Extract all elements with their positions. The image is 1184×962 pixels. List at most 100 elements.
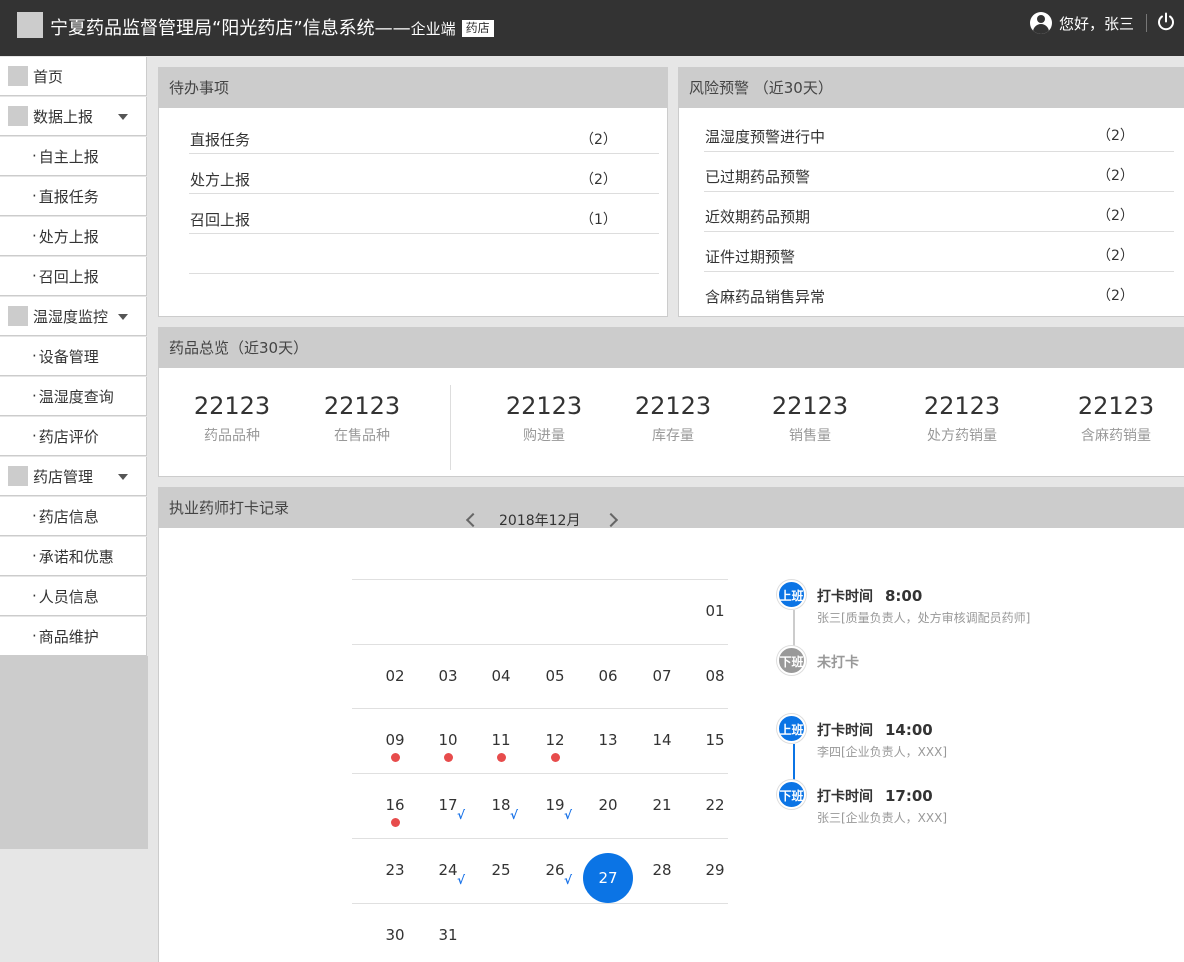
stat-label: 库存量: [652, 428, 694, 444]
stat-label: 在售品种: [334, 428, 390, 444]
overview-stat: 22123 销售量: [740, 392, 880, 445]
calendar-day[interactable]: 15: [695, 731, 735, 749]
calendar-day[interactable]: 12: [535, 731, 575, 749]
sidebar-item-label: 直报任务: [38, 187, 99, 206]
overview-stat: 22123 库存量: [603, 392, 743, 445]
role-badge: 药店: [461, 20, 494, 37]
calendar-day[interactable]: 03: [428, 667, 468, 685]
power-icon[interactable]: [1156, 12, 1176, 32]
calendar-day[interactable]: 30: [375, 926, 415, 944]
sidebar-item[interactable]: · 直报任务: [0, 177, 147, 216]
bullet-icon: ·: [32, 507, 37, 525]
checkin-detail: 李四[企业负责人，XXX]: [817, 745, 948, 759]
sidebar-item[interactable]: · 药店评价: [0, 417, 147, 456]
sidebar-item-label: 商品维护: [38, 627, 99, 646]
sidebar-item[interactable]: 首页: [0, 57, 147, 96]
bullet-icon: ·: [32, 427, 37, 445]
sidebar-nav: 首页 数据上报 · 自主上报 · 直报任务 · 处方上报 · 召回上报 温湿度监控 · 设备管理 · 温湿度…: [0, 56, 148, 962]
calendar-day[interactable]: 23: [375, 861, 415, 879]
calendar-day[interactable]: 22: [695, 796, 735, 814]
stat-label: 含麻药销量: [1081, 428, 1151, 444]
calendar-row-divider: [352, 579, 728, 580]
calendar-next-icon[interactable]: [603, 512, 619, 528]
todo-item[interactable]: 召回上报 （1）: [189, 194, 659, 234]
todo-item-label: 直报任务: [190, 131, 251, 149]
sidebar-item[interactable]: · 处方上报: [0, 217, 147, 256]
checkin-title: 打卡时间 8:00: [817, 586, 922, 606]
bullet-icon: ·: [32, 587, 37, 605]
calendar-day[interactable]: 09: [375, 731, 415, 749]
todo-item-label: 召回上报: [190, 211, 251, 229]
stat-label: 药品品种: [204, 428, 260, 444]
calendar-day[interactable]: 20: [588, 796, 628, 814]
bullet-icon: ·: [32, 387, 37, 405]
app-title-suffix: 企业端: [410, 20, 456, 38]
calendar-day-today[interactable]: 27: [583, 853, 633, 903]
calendar-day[interactable]: 11: [481, 731, 521, 749]
sidebar-item-label: 药店评价: [38, 427, 99, 446]
stat-value: 22123: [505, 392, 583, 420]
overview-panel: 药品总览（近30天） 22123 药品品种 22123 在售品种 22123 购进量 221…: [158, 327, 1184, 477]
sidebar-item-label: 首页: [33, 67, 64, 86]
user-menu[interactable]: 您好，张三: [1029, 12, 1134, 34]
checkin-panel-title: 执业药师打卡记录: [159, 488, 1184, 528]
calendar-day[interactable]: 25: [481, 861, 521, 879]
overview-divider: [450, 385, 451, 470]
calendar-day[interactable]: 02: [375, 667, 415, 685]
todo-panel: 待办事项 直报任务 （2） 处方上报 （2） 召回上报 （1）: [158, 67, 668, 317]
risk-item[interactable]: 证件过期预警 （2）: [704, 232, 1174, 272]
caret-down-icon: [118, 474, 128, 480]
calendar-day[interactable]: 16: [375, 796, 415, 814]
sidebar-item[interactable]: · 人员信息: [0, 577, 147, 616]
checkin-badge: 上班: [777, 580, 806, 609]
sidebar-item[interactable]: 温湿度监控: [0, 297, 147, 336]
overview-stat: 22123 药品品种: [162, 392, 302, 445]
bullet-icon: ·: [32, 267, 37, 285]
risk-item[interactable]: 含麻药品销售异常 （2）: [704, 272, 1174, 312]
calendar-day[interactable]: 29: [695, 861, 735, 879]
risk-item[interactable]: 温湿度预警进行中 （2）: [704, 112, 1174, 152]
calendar-day[interactable]: 31: [428, 926, 468, 944]
calendar-day[interactable]: 14: [642, 731, 682, 749]
bullet-icon: ·: [32, 227, 37, 245]
checkin-detail: 张三[企业负责人，XXX]: [817, 811, 948, 825]
risk-item-label: 近效期药品预期: [705, 208, 811, 226]
sidebar-item[interactable]: · 自主上报: [0, 137, 147, 176]
calendar-day[interactable]: 07: [642, 667, 682, 685]
risk-item[interactable]: 近效期药品预期 （2）: [704, 192, 1174, 232]
app-header: 宁夏药品监督管理局“阳光药店”信息系统——企业端 药店 您好，张三: [0, 0, 1184, 56]
bullet-icon: ·: [32, 187, 37, 205]
checked-mark-icon: √: [510, 808, 519, 822]
calendar-day[interactable]: 21: [642, 796, 682, 814]
calendar-day[interactable]: 28: [642, 861, 682, 879]
calendar-day[interactable]: 05: [535, 667, 575, 685]
sidebar-item[interactable]: · 温湿度查询: [0, 377, 147, 416]
todo-item[interactable]: 处方上报 （2）: [189, 154, 659, 194]
overview-stat: 22123 购进量: [474, 392, 614, 445]
calendar-day[interactable]: 08: [695, 667, 735, 685]
checkin-title-label: 打卡时间: [817, 589, 873, 605]
sidebar-item[interactable]: · 商品维护: [0, 617, 147, 656]
caret-down-icon: [118, 114, 128, 120]
app-title: 宁夏药品监督管理局“阳光药店”信息系统——企业端 药店: [50, 14, 494, 40]
calendar-prev-icon[interactable]: [465, 512, 481, 528]
sidebar-item[interactable]: · 承诺和优惠: [0, 537, 147, 576]
calendar-day[interactable]: 10: [428, 731, 468, 749]
sidebar-item[interactable]: · 召回上报: [0, 257, 147, 296]
risk-item-label: 温湿度预警进行中: [705, 128, 826, 146]
missed-dot-icon: [497, 753, 506, 762]
bullet-icon: ·: [32, 147, 37, 165]
calendar-day[interactable]: 04: [481, 667, 521, 685]
calendar-day[interactable]: 13: [588, 731, 628, 749]
calendar-day[interactable]: 01: [695, 602, 735, 620]
sidebar-item[interactable]: · 药店信息: [0, 497, 147, 536]
sidebar-item[interactable]: · 设备管理: [0, 337, 147, 376]
sidebar-item[interactable]: 药店管理: [0, 457, 147, 496]
checkin-badge: 下班: [777, 780, 806, 809]
sidebar-item[interactable]: 数据上报: [0, 97, 147, 136]
todo-item[interactable]: 直报任务 （2）: [189, 114, 659, 154]
calendar-day[interactable]: 06: [588, 667, 628, 685]
sidebar-item-label: 召回上报: [38, 267, 99, 286]
risk-item[interactable]: 已过期药品预警 （2）: [704, 152, 1174, 192]
sidebar-item-label: 承诺和优惠: [38, 547, 114, 566]
